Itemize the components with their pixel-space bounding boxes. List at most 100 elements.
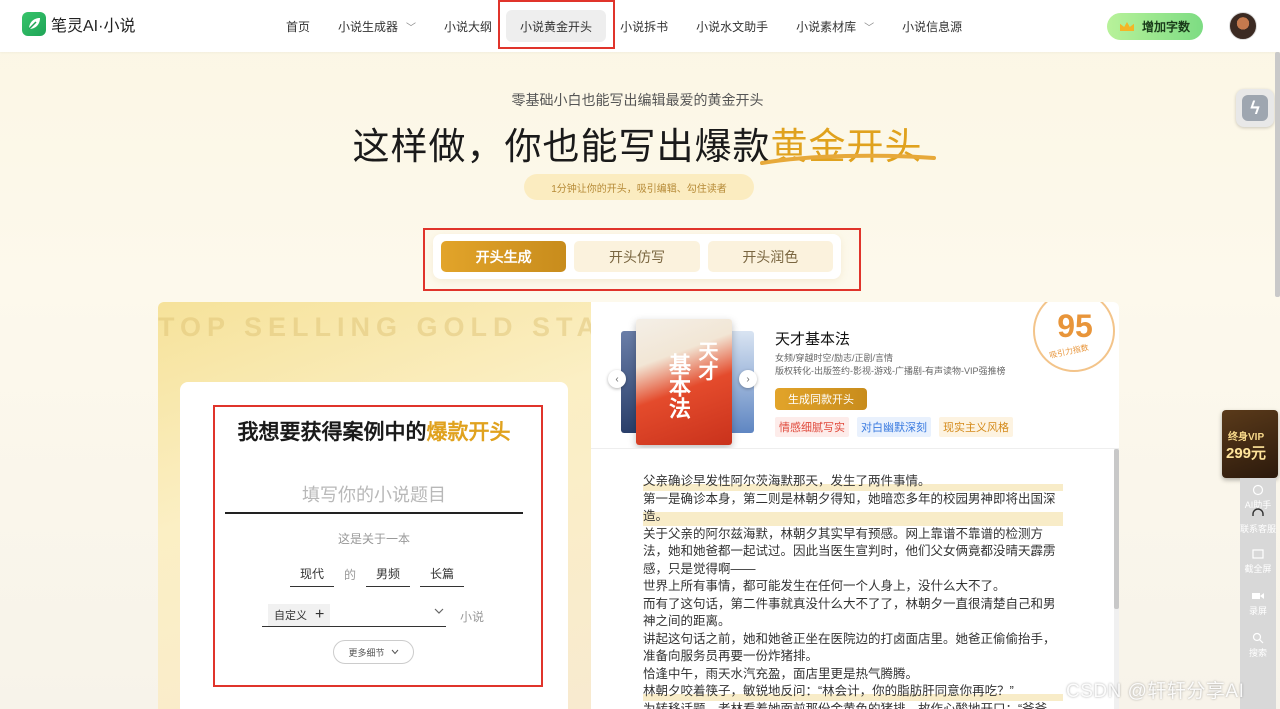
form-title-plain: 我想要获得案例中的	[237, 421, 427, 444]
ai-assistant-icon	[1252, 484, 1264, 496]
tool-contact-support[interactable]: 联系客服	[1240, 508, 1276, 535]
top-nav: 笔灵AI·小说 首页 小说生成器 ﹀ 小说大纲 小说黄金开头 小说拆书 小说水文助…	[0, 0, 1280, 52]
nav-item-golden-opening[interactable]: 小说黄金开头	[506, 10, 607, 42]
chevron-down-icon	[391, 649, 398, 655]
form-card: 我想要获得案例中的爆款开头 这是关于一本 现代 的 男频 长篇 自定义+ 小说 …	[180, 382, 568, 709]
style-tag: 对白幽默深刻	[857, 417, 931, 437]
tab-polish[interactable]: 开头润色	[707, 241, 833, 272]
next-arrow-icon[interactable]: ›	[739, 370, 757, 388]
more-details-label: 更多细节	[348, 647, 385, 658]
nav-item-book-breakdown[interactable]: 小说拆书	[606, 10, 682, 42]
nav-item-filler-assistant[interactable]: 小说水文助手	[682, 10, 782, 42]
tool-search[interactable]: 搜索	[1240, 632, 1276, 659]
hero-title-plain: 这样做，你也能写出爆款	[352, 126, 771, 167]
story-paragraph: 父亲确诊早发性阿尔茨海默那天，发生了两件事情。	[643, 473, 1063, 491]
book-tags-line: 版权转化-出版签约-影视-游戏-广播剧-有声读物-VIP强推榜	[775, 366, 1006, 376]
tool-label: 联系客服	[1240, 524, 1277, 534]
custom-genre-chip[interactable]: 自定义 +	[268, 603, 331, 626]
example-story: 父亲确诊早发性阿尔茨海默那天，发生了两件事情。 第一是确诊本身，第二则是林朝夕得…	[643, 473, 1063, 709]
story-paragraph: 讲起这句话之前，她和她爸正坐在医院边的打卤面店里。她爸正偷偷抬手，准备向服务员再…	[643, 631, 1056, 664]
nav-item-label: 小说拆书	[620, 19, 669, 34]
genre-row: 自定义 + 小说	[262, 603, 484, 627]
lightning-icon: ϟ	[1242, 95, 1268, 121]
of-label: 的	[344, 568, 357, 582]
prev-arrow-icon[interactable]: ‹	[608, 370, 626, 388]
cover-title: 天才	[695, 341, 717, 381]
hero-title: 这样做，你也能写出爆款黄金开头	[0, 116, 1275, 170]
mode-tabs: 开头生成 开头仿写 开头润色	[433, 234, 841, 279]
style-tags: 情感细腻写实 对白幽默深刻 现实主义风格	[775, 417, 1013, 437]
tab-generate[interactable]: 开头生成	[441, 241, 567, 272]
audience-select[interactable]: 男频	[366, 565, 411, 587]
video-icon	[1252, 593, 1264, 599]
page-scrollbar[interactable]	[1275, 52, 1280, 297]
chip-label: 自定义	[274, 609, 307, 622]
length-select[interactable]: 长篇	[420, 565, 465, 587]
search-icon	[1252, 632, 1264, 644]
nav-item-outline[interactable]: 小说大纲	[430, 10, 506, 42]
tool-label: 搜索	[1248, 648, 1267, 658]
cover-title: 基本法	[666, 353, 691, 419]
headset-icon	[1252, 508, 1264, 516]
story-paragraph: 林朝夕咬着筷子，敏锐地反问：“林会计，你的脂肪肝同意你再吃？”	[643, 683, 1063, 701]
tool-ai-assistant[interactable]: AI助手	[1240, 484, 1276, 511]
logo[interactable]: 笔灵AI·小说	[22, 12, 135, 36]
book-title: 天才基本法	[775, 331, 851, 348]
nav-item-label: 小说素材库	[796, 19, 857, 34]
tab-imitate[interactable]: 开头仿写	[574, 241, 700, 272]
float-plugin-button[interactable]: ϟ	[1236, 89, 1274, 127]
nav-item-label: 小说信息源	[902, 19, 963, 34]
story-paragraph: 为转移话题，老林看着她面前那份金黄色的猪排，故作心酸地开口：“爷爷	[643, 701, 1048, 709]
nav-item-label: 小说黄金开头	[520, 19, 593, 34]
avatar[interactable]	[1229, 12, 1257, 40]
add-words-label: 增加字数	[1141, 20, 1190, 34]
genre-select[interactable]: 自定义 +	[262, 603, 446, 627]
tool-record[interactable]: 录屏	[1240, 590, 1276, 617]
nav-item-label: 小说水文助手	[696, 19, 769, 34]
hero-tagline: 1分钟让你的开头，吸引编辑、勾住读者	[524, 174, 754, 200]
scrollbar-thumb[interactable]	[1114, 449, 1119, 609]
about-label: 这是关于一本	[337, 532, 410, 546]
tool-fullscreen-capture[interactable]: 截全屏	[1240, 548, 1276, 575]
brush-underline-icon	[760, 153, 936, 165]
chevron-down-icon	[434, 608, 444, 614]
style-tag: 现实主义风格	[939, 417, 1013, 437]
nav-item-material-library[interactable]: 小说素材库 ﹀	[782, 10, 888, 42]
novel-label: 小说	[460, 610, 485, 624]
more-details-button[interactable]: 更多细节	[333, 640, 414, 664]
tool-label: 录屏	[1248, 606, 1267, 616]
book-cover-image: 天才 基本法	[636, 319, 732, 445]
score-value: 95	[1057, 308, 1093, 344]
csdn-watermark: CSDN @轩轩分享AI	[1066, 681, 1245, 702]
example-card: 天才 基本法 ‹ › 天才基本法 女频/穿越时空/励志/正剧/言情 版权转化-出…	[591, 302, 1119, 448]
nav-item-generator[interactable]: 小说生成器 ﹀	[324, 10, 430, 42]
story-paragraph: 第一是确诊本身，第二则是林朝夕得知，她暗恋多年的校园男神即将出国深造。	[643, 490, 1063, 526]
nav-item-info-source[interactable]: 小说信息源	[888, 10, 976, 42]
era-select[interactable]: 现代	[290, 565, 335, 587]
vip-promo-card[interactable]: 终身VIP 299元	[1222, 410, 1278, 478]
nav-item-home[interactable]: 首页	[272, 10, 324, 42]
side-toolbar: AI助手 联系客服 截全屏 录屏 搜索	[1240, 478, 1276, 709]
add-words-button[interactable]: 增加字数	[1107, 13, 1203, 40]
vip-line: 终身VIP	[1228, 432, 1265, 443]
form-title: 我想要获得案例中的爆款开头	[180, 416, 568, 446]
vip-price: 299元	[1226, 445, 1267, 462]
score-badge: 95 吸引力指数	[1031, 302, 1119, 374]
example-text-panel[interactable]: 父亲确诊早发性阿尔茨海默那天，发生了两件事情。 第一是确诊本身，第二则是林朝夕得…	[591, 448, 1119, 709]
novel-title-input[interactable]	[225, 478, 523, 514]
chevron-down-icon: ﹀	[406, 22, 417, 34]
app-name: 笔灵AI·小说	[51, 18, 136, 35]
hero-subtitle: 零基础小白也能写出编辑最爱的黄金开头	[511, 92, 764, 108]
nav-item-label: 首页	[286, 19, 311, 34]
book-tags: 女频/穿越时空/励志/正剧/言情 版权转化-出版签约-影视-游戏-广播剧-有声读…	[775, 352, 1006, 378]
story-paragraph: 而有了这句话，第二件事就真没什么大不了了，林朝夕一直很清楚自己和男神之间的距离。	[643, 596, 1056, 629]
plus-icon: +	[315, 605, 325, 623]
tool-label: 截全屏	[1244, 564, 1272, 574]
generate-same-button[interactable]: 生成同款开头	[775, 388, 867, 410]
nav-item-label: 小说生成器	[338, 19, 399, 34]
panel-watermark: TOP SELLING GOLD START	[158, 312, 591, 342]
leaf-logo-icon	[22, 12, 46, 36]
book-tags-line: 女频/穿越时空/励志/正剧/言情	[775, 353, 894, 363]
nav-menu: 首页 小说生成器 ﹀ 小说大纲 小说黄金开头 小说拆书 小说水文助手 小说素材库 ﹀…	[272, 0, 976, 52]
crown-icon	[1119, 22, 1134, 31]
